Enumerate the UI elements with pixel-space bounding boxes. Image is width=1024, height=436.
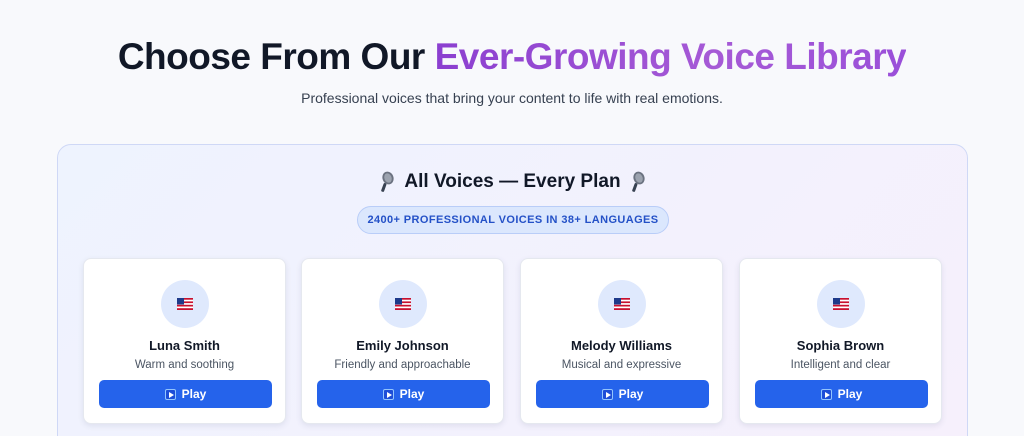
avatar xyxy=(161,280,209,328)
microphone-icon xyxy=(381,171,395,192)
voice-description: Intelligent and clear xyxy=(790,359,891,371)
play-button[interactable]: Play xyxy=(536,380,709,408)
us-flag-icon xyxy=(614,298,630,310)
avatar xyxy=(598,280,646,328)
play-button[interactable]: Play xyxy=(99,380,272,408)
title-prefix: Choose From Our xyxy=(117,36,435,77)
play-label: Play xyxy=(837,387,863,401)
avatar xyxy=(817,280,865,328)
play-button[interactable]: Play xyxy=(317,380,490,408)
microphone-icon xyxy=(631,171,645,192)
voice-card-list: Luna Smith Warm and soothing Play Emily … xyxy=(83,258,943,424)
avatar xyxy=(379,280,427,328)
play-icon xyxy=(820,388,832,400)
page-subtitle: Professional voices that bring your cont… xyxy=(301,90,723,106)
play-label: Play xyxy=(399,387,425,401)
voice-card: Emily Johnson Friendly and approachable … xyxy=(301,258,504,424)
play-label: Play xyxy=(618,387,644,401)
page-title: Choose From Our Ever-Growing Voice Libra… xyxy=(0,36,1024,78)
voice-name: Melody Williams xyxy=(570,338,673,353)
play-icon xyxy=(382,388,394,400)
library-title: All Voices — Every Plan xyxy=(58,171,967,193)
voice-description: Warm and soothing xyxy=(134,359,235,371)
play-button[interactable]: Play xyxy=(755,380,928,408)
voice-name: Luna Smith xyxy=(149,338,220,353)
us-flag-icon xyxy=(395,298,411,310)
us-flag-icon xyxy=(177,298,193,310)
play-icon xyxy=(164,388,176,400)
voice-card: Melody Williams Musical and expressive P… xyxy=(520,258,723,424)
voice-description: Musical and expressive xyxy=(561,359,682,371)
voice-description: Friendly and approachable xyxy=(334,359,471,371)
voice-name: Emily Johnson xyxy=(356,338,449,353)
voice-card: Luna Smith Warm and soothing Play xyxy=(83,258,286,424)
voice-name: Sophia Brown xyxy=(796,338,885,353)
voice-card: Sophia Brown Intelligent and clear Play xyxy=(739,258,942,424)
title-accent: Ever-Growing Voice Library xyxy=(434,36,907,77)
play-label: Play xyxy=(181,387,207,401)
play-icon xyxy=(601,388,613,400)
library-title-text: All Voices — Every Plan xyxy=(404,171,621,192)
us-flag-icon xyxy=(833,298,849,310)
voice-count-badge: 2400+ PROFESSIONAL VOICES IN 38+ LANGUAG… xyxy=(357,206,669,234)
voice-library-panel: All Voices — Every Plan 2400+ PROFESSION… xyxy=(57,144,968,436)
